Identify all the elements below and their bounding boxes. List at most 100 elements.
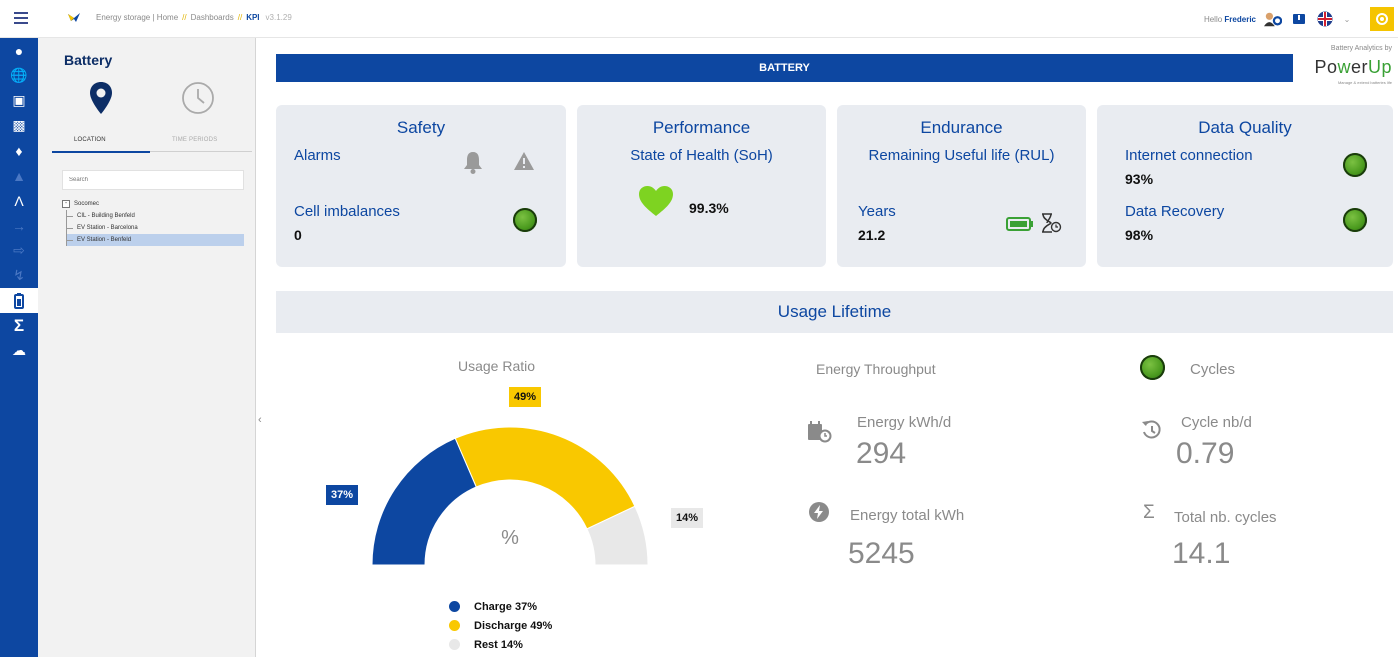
location-tree: - Socomec CIL - Building Benfeld EV Stat… (62, 198, 244, 246)
user-name[interactable]: Frederic (1224, 15, 1256, 24)
battery-header: BATTERY (276, 54, 1293, 82)
panel-title: Battery (64, 52, 113, 68)
legend-label: Charge 37% (474, 600, 537, 613)
breadcrumb: Energy storage | Home//Dashboards//KPI v3… (96, 13, 292, 22)
history-icon (1142, 420, 1161, 439)
tree-item[interactable]: CIL - Building Benfeld (66, 210, 244, 222)
route-icon[interactable]: Λ (0, 188, 38, 213)
cell-imbalances-value: 0 (294, 227, 302, 243)
cloud-icon[interactable]: ☁ (0, 338, 38, 363)
bell-icon[interactable]: ▲ (0, 163, 38, 188)
legend-label: Discharge 49% (474, 619, 553, 632)
factory-icon[interactable]: ▣ (0, 88, 38, 113)
card-title: Performance (652, 118, 751, 137)
card-title: Safety (396, 118, 446, 137)
internet-connection-value: 93% (1125, 171, 1154, 187)
battery-icon[interactable] (0, 288, 38, 313)
status-ok-indicator (1343, 208, 1367, 232)
energy-total-value: 5245 (848, 537, 915, 570)
breadcrumb-dashboards[interactable]: Dashboards (191, 13, 234, 22)
legend-item[interactable]: Rest 14% (449, 635, 552, 654)
energy-throughput-title: Energy Throughput (816, 361, 936, 377)
breadcrumb-app[interactable]: Energy storage | (96, 13, 155, 22)
calendar-clock-icon (808, 421, 832, 443)
book-icon[interactable] (1290, 10, 1308, 28)
settings-gear-icon[interactable] (1370, 7, 1394, 31)
app-logo-icon[interactable] (67, 11, 81, 23)
cycles-per-day-label: Cycle nb/d (1181, 414, 1252, 431)
warning-icon (514, 152, 534, 170)
usage-lifetime-header: Usage Lifetime (276, 291, 1393, 333)
tree-item-label: EV Station - Benfeld (77, 237, 132, 243)
search-input[interactable] (62, 170, 244, 190)
collapse-panel-icon[interactable]: ‹ (258, 414, 262, 426)
cars-icon[interactable]: ♦ (0, 138, 38, 163)
years-label: Years (858, 203, 896, 220)
chart-icon[interactable]: ▩ (0, 113, 38, 138)
panel-tabs: LOCATION TIME PERIODS (52, 132, 252, 153)
battery-side-panel: Battery LOCATION TIME PERIODS - Socomec … (38, 38, 256, 657)
legend-swatch (449, 601, 460, 612)
data-recovery-value: 98% (1125, 227, 1154, 243)
usage-ratio-gauge: % (371, 426, 649, 566)
energy-per-day-label: Energy kWh/d (857, 414, 952, 431)
uk-flag-icon[interactable] (1316, 10, 1334, 28)
legend-item[interactable]: Discharge 49% (449, 616, 552, 635)
hourglass-clock-icon (1042, 213, 1062, 233)
performance-card: Performance State of Health (SoH) 99.3% (577, 105, 826, 267)
logout-icon[interactable]: ⇨ (0, 238, 38, 263)
logo-part: Po (1314, 57, 1338, 77)
globe-icon[interactable]: 🌐 (0, 63, 38, 88)
total-cycles-value: 14.1 (1172, 537, 1231, 570)
tree-item-label: CIL - Building Benfeld (77, 213, 135, 219)
version-label: v3.1.29 (265, 13, 292, 22)
left-navigation-rail: ● 🌐 ▣ ▩ ♦ ▲ Λ → ⇨ ↯ Σ ☁ (0, 38, 38, 657)
status-ok-indicator (513, 208, 537, 232)
greeting-text: Hello (1203, 14, 1223, 24)
tree-item-selected[interactable]: EV Station - Benfeld (66, 234, 244, 246)
soh-value: 99.3% (689, 200, 729, 216)
location-pin-icon[interactable]: ● (0, 38, 38, 63)
usage-ratio-legend: Charge 37% Discharge 49% Rest 14% (449, 597, 552, 654)
gauge-segment-charge[interactable] (371, 437, 477, 566)
location-pin-icon[interactable] (90, 82, 112, 114)
energy-total-label: Energy total kWh (850, 507, 965, 524)
cycles-title: Cycles (1190, 361, 1236, 378)
legend-item[interactable]: Charge 37% (449, 597, 552, 616)
cell-imbalances-label: Cell imbalances (294, 203, 400, 220)
breadcrumb-separator: // (182, 13, 187, 22)
logo-part: w (1337, 57, 1351, 77)
menu-icon[interactable] (14, 12, 28, 24)
chevron-down-icon[interactable]: ⌄ (1342, 10, 1352, 28)
tree-root[interactable]: - Socomec (62, 198, 244, 210)
top-bar: Energy storage | Home//Dashboards//KPI v3… (0, 0, 1398, 38)
internet-connection-label: Internet connection (1125, 147, 1253, 164)
login-icon[interactable]: → (0, 213, 38, 238)
tab-time-periods[interactable]: TIME PERIODS (172, 137, 217, 143)
user-settings-icon[interactable] (1264, 10, 1282, 28)
total-cycles-label: Total nb. cycles (1174, 509, 1277, 526)
legend-swatch (449, 639, 460, 650)
breadcrumb-home[interactable]: Home (157, 13, 178, 22)
active-tab-indicator (52, 151, 150, 153)
battery-full-icon (1006, 217, 1033, 231)
gauge-segment-discharge[interactable] (454, 426, 636, 530)
rest-percent-tag: 14% (671, 508, 704, 528)
discharge-percent-tag: 49% (509, 387, 542, 407)
charge-percent-tag: 37% (326, 485, 359, 505)
sigma-icon: Σ (1143, 502, 1155, 523)
lightning-icon[interactable]: ↯ (0, 263, 38, 288)
tree-item-label: EV Station - Barcelona (77, 225, 138, 231)
collapse-icon[interactable]: - (62, 200, 70, 208)
gauge-center-label: % (501, 527, 519, 549)
legend-swatch (449, 620, 460, 631)
sigma-icon[interactable]: Σ (0, 313, 38, 338)
legend-label: Rest 14% (474, 638, 523, 651)
clock-icon[interactable] (181, 81, 215, 115)
powerup-branding: Battery Analytics by PowerUp Manage & ex… (1298, 42, 1394, 94)
tree-item[interactable]: EV Station - Barcelona (66, 222, 244, 234)
logo-part: er (1350, 57, 1368, 77)
breadcrumb-kpi[interactable]: KPI (246, 13, 259, 22)
alarms-label: Alarms (294, 147, 341, 164)
tab-location[interactable]: LOCATION (74, 137, 106, 143)
